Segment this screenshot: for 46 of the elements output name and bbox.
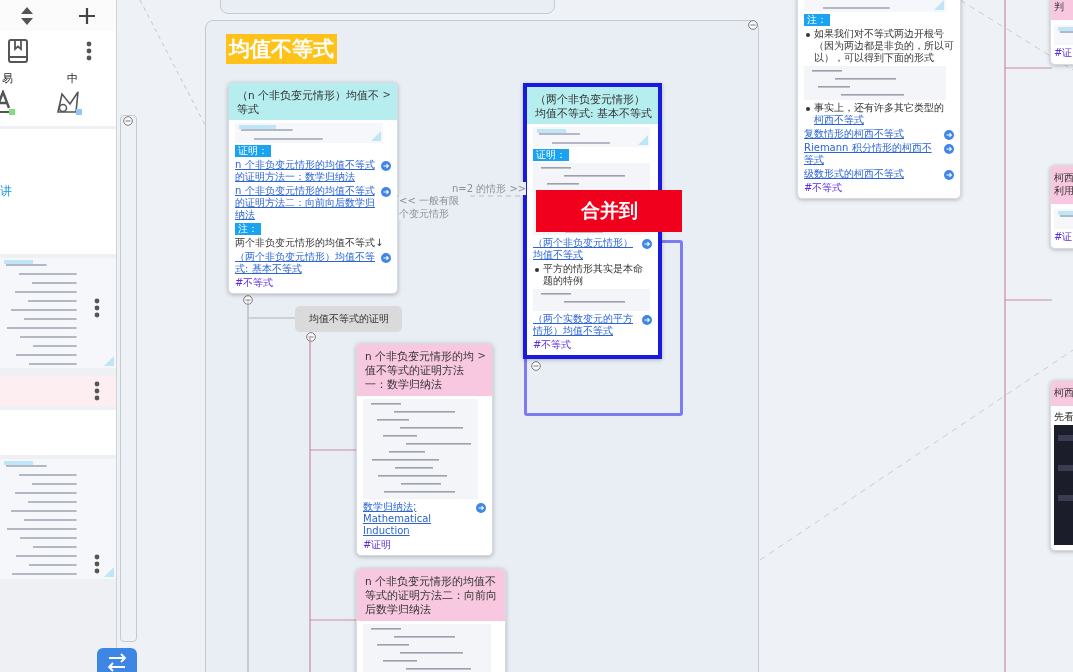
mind-map-card[interactable]: n 个非负变元情形的均值不等式的证明方法二：向前向后数学归纳法 — [356, 568, 506, 672]
note-label: 注： — [804, 14, 830, 26]
mind-map-card[interactable]: n 个非负变元情形的均值不等式的证明方法一：数学归纳法 > 数学归纳法; Mathematical Induction #证明 — [356, 343, 493, 556]
bullet-text: 如果我们对不等式两边开根号（因为两边都是非负的，所以可以），可以得到下面的形式 — [804, 28, 954, 64]
hashtag[interactable]: #不等式 — [235, 277, 391, 290]
group-title: 均值不等式 — [226, 34, 337, 64]
note-text: 先看 — [1054, 410, 1073, 423]
inline-link[interactable]: 柯西不等式 — [814, 114, 864, 125]
note-label: 证明： — [235, 145, 271, 158]
note-label: 注： — [235, 223, 261, 236]
merge-banner: 合并到 — [536, 190, 682, 232]
edge-label: n=2 的情形 >> — [452, 182, 527, 195]
card-link[interactable]: Riemann 积分情形的柯西不等式 — [804, 142, 941, 166]
note-text: 两个非负变元情形的均值不等式↓ — [235, 237, 385, 250]
card-link[interactable]: （两个非负变元情形）均值不等式 — [533, 237, 639, 262]
mind-map-card[interactable]: 注： 如果我们对不等式两边开根号（因为两边都是非负的，所以可以），可以得到下面的形式 事实上，还有许多其它类型的 柯西不等式 复数情形的柯西不等式 Riemann 积分情形的柯西不等式 级数形式的柯西不等式 #不等式 — [797, 0, 961, 199]
mind-map-card[interactable]: 柯西利用 #证 — [1050, 165, 1073, 249]
hashtag[interactable]: #证 — [1054, 46, 1073, 59]
card-title: （n 个非负变元情形）均值不等式 — [237, 88, 380, 117]
mind-map-card[interactable]: 柯西 先看 — [1050, 380, 1073, 551]
card-link[interactable]: 复数情形的柯西不等式 — [804, 128, 941, 140]
card-title: 柯西利用 — [1054, 172, 1073, 198]
bullet-text: 事实上，还有许多其它类型的 柯西不等式 — [804, 102, 954, 126]
expand-toggle[interactable]: > — [382, 88, 391, 102]
card-link[interactable]: 级数形式的柯西不等式 — [804, 168, 941, 180]
difficulty-label: 易 — [2, 71, 13, 86]
expand-toggle[interactable]: > — [477, 349, 486, 363]
bullet-text: 平方的情形其实是本命题的特例 — [533, 263, 652, 288]
topic-node[interactable]: 均值不等式的证明 — [295, 306, 402, 332]
card-link[interactable]: （两个实数变元的平方情形）均值不等式 — [533, 313, 639, 338]
card-title: （两个非负变元情形）均值不等式: 基本不等式 — [535, 92, 652, 121]
card-title: n 个非负变元情形的均值不等式的证明方法二：向前向后数学归纳法 — [365, 574, 498, 617]
card-link[interactable]: n 个非负变元情形的均值不等式的证明方法二：向前向后数学归纳法 — [235, 185, 378, 222]
hashtag[interactable]: #不等式 — [804, 182, 954, 194]
note-label: 证明： — [533, 149, 569, 162]
hashtag[interactable]: #证 — [1054, 230, 1073, 243]
mind-map-card[interactable]: （n 个非负变元情形）均值不等式 > 证明： n 个非负变元情形的均值不等式的证明方法一：数学归纳法 n 个非负变元情形的均值不等式的证明方法二：向前向后数学归纳法 注： 两个非负变元情形的均值不等式↓ （两个非负变元情形）均值不等式: 基本不等式 #不等式 — [228, 82, 398, 295]
difficulty-label: 中 — [67, 71, 78, 86]
mind-map-card[interactable]: 判 #证 — [1050, 0, 1073, 65]
card-title: n 个非负变元情形的均值不等式的证明方法一：数学归纳法 — [365, 349, 475, 392]
hashtag[interactable]: #不等式 — [533, 339, 652, 352]
card-link[interactable]: （两个非负变元情形）均值不等式: 基本不等式 — [235, 251, 378, 276]
card-title: 柯西 — [1054, 387, 1073, 400]
card-title: 判 — [1054, 1, 1065, 14]
card-link[interactable]: 数学归纳法; Mathematical Induction — [363, 500, 473, 537]
hashtag[interactable]: #证明 — [363, 538, 486, 551]
